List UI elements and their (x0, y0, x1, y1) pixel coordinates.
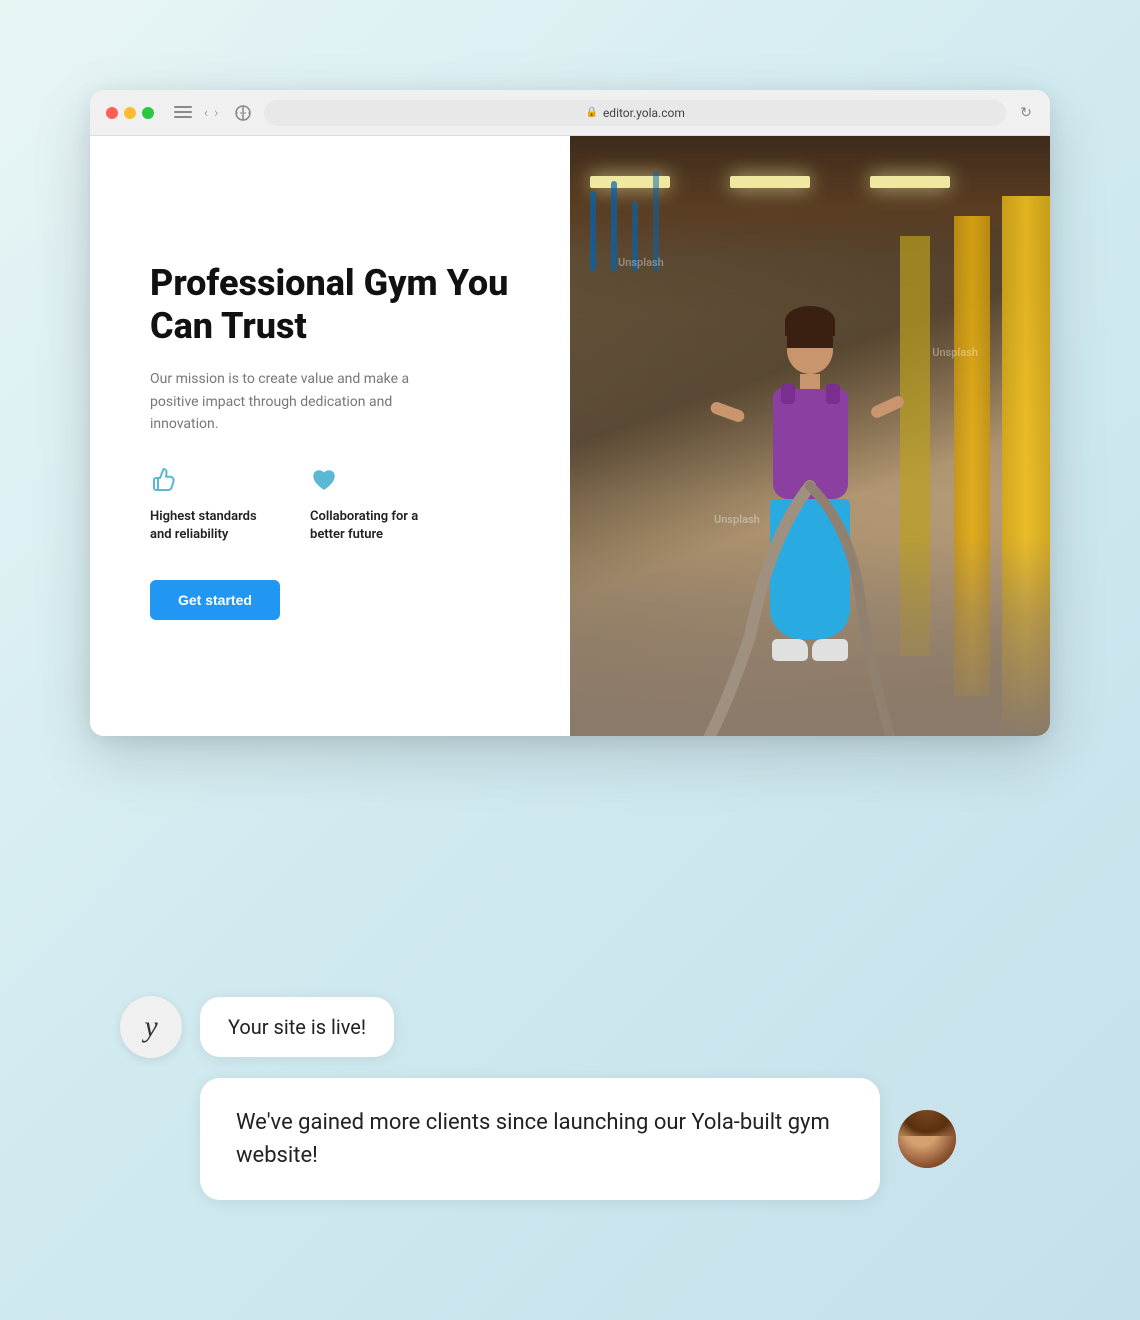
browser-window: ‹ › 🔒 editor.yola.com ↻ Professional Gym (90, 90, 1050, 736)
theme-icon (234, 104, 252, 122)
minimize-button[interactable] (124, 107, 136, 119)
address-bar[interactable]: 🔒 editor.yola.com (264, 100, 1006, 126)
shoe-right (812, 639, 848, 661)
watermark-3: Unsplash (714, 513, 760, 526)
strap-right (826, 384, 840, 404)
website-content: Professional Gym You Can Trust Our missi… (90, 136, 1050, 736)
strap-2 (611, 181, 617, 271)
chat-row-1: y Your site is live! (120, 996, 1020, 1058)
forward-button[interactable]: › (214, 105, 218, 121)
maximize-button[interactable] (142, 107, 154, 119)
lock-icon: 🔒 (585, 107, 597, 118)
feature-1-label: Highest standards and reliability (150, 508, 280, 544)
watermark-1: Unsplash (618, 256, 664, 269)
nav-arrows: ‹ › (204, 105, 218, 121)
yola-avatar: y (120, 996, 182, 1058)
strap-1 (590, 191, 596, 271)
heart-icon (310, 466, 440, 500)
back-button[interactable]: ‹ (204, 105, 208, 121)
ceiling-straps (570, 186, 1050, 236)
sidebar-toggle-icon[interactable] (174, 106, 192, 120)
shoe-left (772, 639, 808, 661)
right-panel: Unsplash Unsplash Unsplash (570, 136, 1050, 736)
outer-wrapper: ‹ › 🔒 editor.yola.com ↻ Professional Gym (70, 60, 1070, 1260)
feature-item-1: Highest standards and reliability (150, 466, 280, 544)
arm-left (709, 400, 746, 423)
notification-text: Your site is live! (228, 1015, 366, 1039)
athlete-hair (785, 306, 835, 336)
notification-bubble: Your site is live! (200, 997, 394, 1057)
athlete-pants (770, 499, 850, 639)
chat-row-2: We've gained more clients since launchin… (120, 1078, 1020, 1200)
user-avatar (898, 1110, 956, 1168)
yola-initial: y (144, 1010, 157, 1044)
reload-button[interactable]: ↻ (1018, 105, 1034, 121)
feature-item-2: Collaborating for a better future (310, 466, 440, 544)
watermark-2: Unsplash (932, 346, 978, 359)
thumbs-up-icon (150, 466, 280, 500)
url-text: editor.yola.com (603, 106, 685, 120)
strap-left (781, 384, 795, 404)
traffic-lights (106, 107, 154, 119)
athlete-shoes (770, 639, 850, 661)
feature-2-label: Collaborating for a better future (310, 508, 440, 544)
browser-chrome: ‹ › 🔒 editor.yola.com ↻ (90, 90, 1050, 136)
athlete-figure (730, 306, 890, 686)
get-started-button[interactable]: Get started (150, 580, 280, 620)
left-panel: Professional Gym You Can Trust Our missi… (90, 136, 570, 736)
hero-subtitle: Our mission is to create value and make … (150, 368, 430, 435)
close-button[interactable] (106, 107, 118, 119)
athlete-neck (800, 374, 820, 389)
testimonial-text: We've gained more clients since launchin… (236, 1110, 830, 1168)
testimonial-bubble: We've gained more clients since launchin… (200, 1078, 880, 1200)
gym-image: Unsplash Unsplash Unsplash (570, 136, 1050, 736)
features-row: Highest standards and reliability Collab… (150, 466, 520, 544)
athlete-torso (773, 389, 848, 499)
chat-section: y Your site is live! We've gained more c… (120, 996, 1020, 1200)
hero-title: Professional Gym You Can Trust (150, 262, 520, 348)
